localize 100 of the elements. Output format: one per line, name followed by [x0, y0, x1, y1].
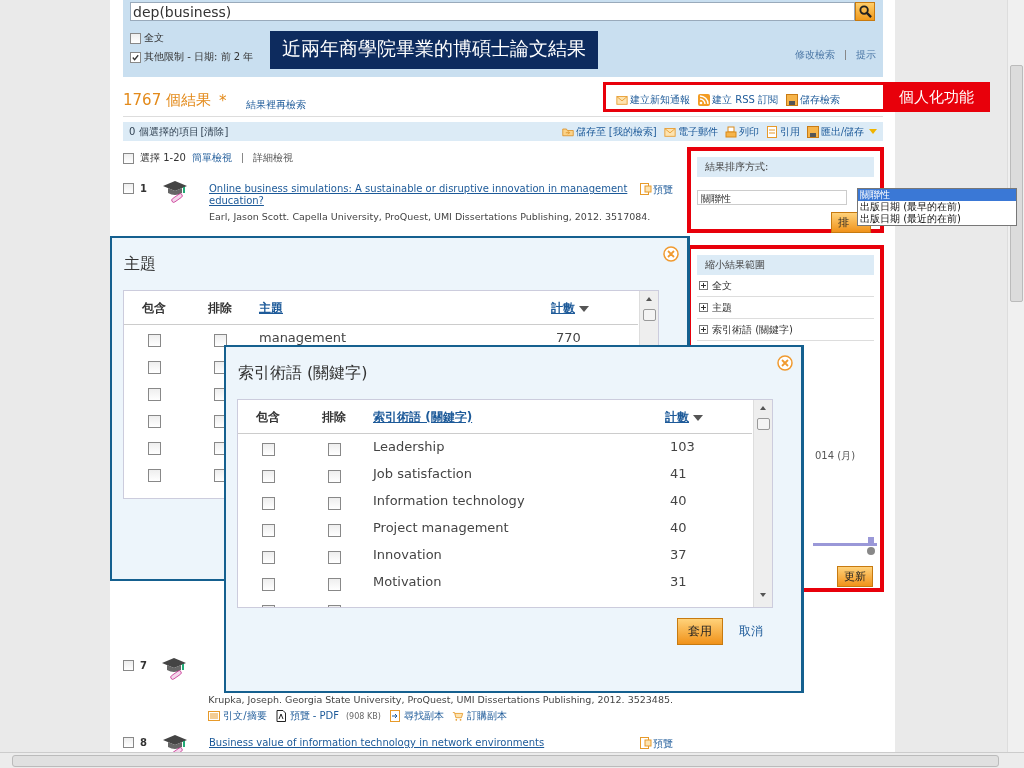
dialog-title: 索引術語 (關鍵字): [238, 363, 368, 384]
count-cell: 103: [670, 439, 695, 454]
search-link[interactable]: 提示: [856, 48, 876, 62]
document-arrow-icon: [388, 710, 401, 722]
count-cell: 31: [670, 574, 687, 589]
select-range-label: 選擇 1-20: [140, 151, 186, 165]
checkbox[interactable]: [262, 551, 275, 564]
preview-link[interactable]: 預覽: [640, 183, 673, 195]
preview-icon: [640, 183, 652, 195]
checkbox[interactable]: [148, 361, 161, 374]
toolbar-link[interactable]: 列印: [724, 124, 759, 139]
scrollbar[interactable]: [753, 400, 772, 607]
selection-count: 0 個選擇的項目: [129, 124, 199, 139]
checkbox[interactable]: [123, 737, 134, 748]
document-icon: [208, 710, 221, 722]
cancel-link[interactable]: 取消: [739, 623, 763, 640]
dialog-title: 主題: [124, 254, 156, 275]
term-cell: management: [259, 330, 347, 345]
search-link[interactable]: 修改檢索: [795, 48, 835, 62]
checkbox[interactable]: [262, 524, 275, 537]
checkbox[interactable]: [148, 469, 161, 482]
column-header: 包含: [256, 409, 280, 426]
column-header: 排除: [208, 300, 232, 317]
close-icon[interactable]: [777, 355, 793, 371]
checkbox[interactable]: [123, 183, 134, 194]
dropdown-option[interactable]: 關聯性: [858, 189, 1016, 201]
column-header-link[interactable]: 主題: [259, 300, 283, 317]
count-cell: 770: [556, 330, 581, 345]
column-header-link[interactable]: 計數: [665, 409, 703, 426]
close-icon[interactable]: [663, 246, 679, 262]
toolbar-link[interactable]: 電子郵件: [663, 124, 718, 139]
graduation-cap-icon: [162, 658, 187, 680]
checkbox[interactable]: [130, 32, 141, 44]
dropdown-option[interactable]: 出版日期 (最早的在前): [858, 201, 1016, 213]
result-action-link[interactable]: 預覽 - PDF (908 KB): [274, 709, 381, 723]
facet-item[interactable]: 索引術語 (關鍵字): [697, 319, 874, 341]
scroll-thumb[interactable]: [643, 309, 656, 321]
column-header-link[interactable]: 計數: [551, 300, 589, 317]
envelope-icon: [616, 94, 628, 106]
search-field[interactable]: dep(business): [130, 2, 855, 21]
view-toggle[interactable]: 詳細檢視: [252, 151, 293, 165]
slider-thumb[interactable]: [866, 547, 875, 555]
date-slider[interactable]: [813, 535, 877, 557]
preview-link[interactable]: 預覽: [640, 737, 673, 749]
result-number: 7: [140, 660, 147, 671]
checkbox[interactable]: [328, 524, 341, 537]
term-cell: Motivation: [373, 574, 442, 589]
scroll-up-icon[interactable]: [644, 295, 654, 303]
update-button[interactable]: 更新: [837, 566, 873, 587]
column-header-link[interactable]: 索引術語 (關鍵字): [373, 409, 473, 426]
result-action-link[interactable]: 訂購副本: [451, 709, 507, 723]
toolbar-link[interactable]: 匯出/儲存: [806, 124, 877, 139]
checkbox[interactable]: [148, 442, 161, 455]
scroll-thumb[interactable]: [757, 418, 770, 430]
panel-header: 縮小結果範圍: [697, 255, 874, 275]
term-cell: Leadership: [373, 439, 445, 454]
personal-action-link[interactable]: 建立新知通報: [616, 93, 690, 107]
checkbox[interactable]: [148, 334, 161, 347]
checkbox[interactable]: [262, 497, 275, 510]
toolbar-link[interactable]: 引用: [765, 124, 800, 139]
checkbox[interactable]: [130, 51, 141, 63]
graduation-cap-icon: [163, 181, 187, 203]
search-within-link[interactable]: 結果裡再檢索: [246, 98, 307, 112]
personal-action-link[interactable]: 建立 RSS 訂閱: [698, 93, 778, 107]
checkbox[interactable]: [328, 578, 341, 591]
checkbox[interactable]: [262, 578, 275, 591]
count-cell: 40: [670, 520, 687, 535]
checkbox[interactable]: [148, 415, 161, 428]
search-button[interactable]: [855, 2, 875, 21]
result-action-link[interactable]: 尋找副本: [388, 709, 444, 723]
checkbox[interactable]: [123, 152, 134, 164]
result-action-link[interactable]: 引文/摘要: [208, 709, 267, 723]
checkbox[interactable]: [328, 497, 341, 510]
view-toggle[interactable]: 簡單檢視: [191, 151, 232, 165]
sort-select[interactable]: 關聯性: [697, 190, 847, 205]
checkbox[interactable]: [148, 388, 161, 401]
result-title-link[interactable]: Online business simulations: A sustainable or disruptive innovation in management education?: [209, 183, 634, 207]
result-title-link[interactable]: Business value of information technology in network environments: [209, 737, 634, 749]
clear-link[interactable]: [清除]: [200, 124, 229, 139]
folder-icon: [561, 125, 574, 138]
facet-item[interactable]: 主題: [697, 297, 874, 319]
sort-down-icon: [693, 414, 703, 421]
scrollbar[interactable]: [0, 752, 1024, 768]
personal-action-link[interactable]: 儲存檢索: [786, 93, 840, 107]
asterisk: *: [218, 92, 227, 110]
checkbox[interactable]: [262, 443, 275, 456]
toolbar-link[interactable]: 儲存至 [我的檢索]: [561, 124, 657, 139]
checkbox[interactable]: [262, 470, 275, 483]
checkbox[interactable]: [328, 443, 341, 456]
checkbox[interactable]: [328, 470, 341, 483]
term-cell: Information technology: [373, 493, 525, 508]
apply-button[interactable]: 套用: [677, 618, 723, 645]
facet-item[interactable]: 全文: [697, 275, 874, 297]
panel-header: 結果排序方式:: [697, 157, 874, 177]
checkbox[interactable]: [328, 551, 341, 564]
checkbox[interactable]: [123, 660, 134, 671]
checkbox[interactable]: [214, 334, 227, 347]
scroll-up-icon[interactable]: [758, 404, 768, 412]
envelope-icon: [663, 125, 676, 138]
count-cell: 37: [670, 547, 687, 562]
